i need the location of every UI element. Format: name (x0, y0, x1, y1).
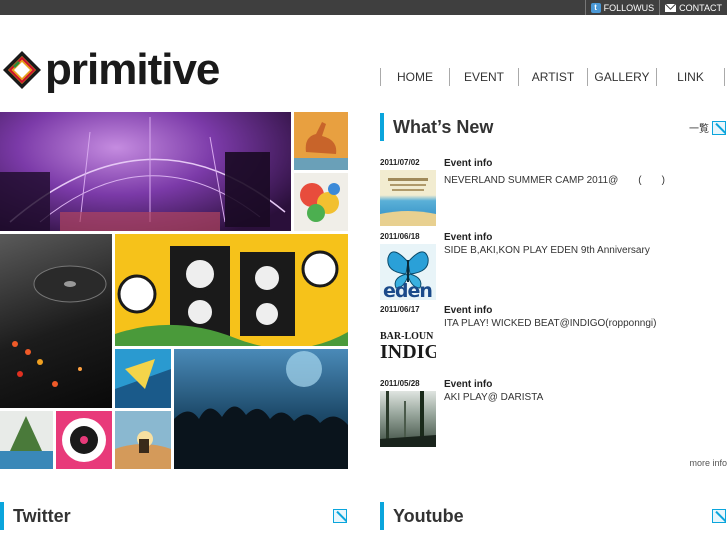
twitter-bird-icon: t (590, 2, 601, 13)
news-item[interactable]: 2011/07/02 Event info NEVERLAND SUMMER C… (380, 158, 727, 230)
youtube-more-link[interactable] (712, 509, 726, 523)
twitter-title: Twitter (13, 505, 71, 526)
news-category: Event info (444, 158, 493, 169)
youtube-header: Youtube (380, 502, 464, 530)
top-links: t FOLLOWUS CONTACT (584, 0, 727, 15)
nav-gallery[interactable]: GALLERY (587, 68, 656, 86)
news-title[interactable]: ITA PLAY! WICKED BEAT@INDIGO(ropponngi) (444, 318, 656, 329)
news-thumb-darista (380, 391, 436, 447)
news-date: 2011/06/17 (380, 305, 420, 314)
list-label: 一覧 (689, 124, 709, 135)
nav-link[interactable]: LINK (656, 68, 725, 86)
news-item[interactable]: 2011/05/28 Event info AKI PLAY@ DARISTA (380, 379, 727, 451)
whats-new-header: What’s New (380, 113, 493, 141)
news-date: 2011/07/02 (380, 158, 420, 167)
more-info-link[interactable]: more info (689, 458, 727, 468)
collage-bird-art (294, 112, 348, 170)
collage-crowd-photo (174, 349, 348, 469)
envelope-icon (665, 3, 677, 12)
youtube-title: Youtube (393, 505, 464, 526)
whats-new-title: What’s New (393, 116, 494, 137)
news-title[interactable]: NEVERLAND SUMMER CAMP 2011@ ( ) (444, 171, 665, 186)
news-item[interactable]: 2011/06/18 eden Event info SIDE B,AKI,KO… (380, 232, 727, 304)
collage-desert-art (115, 411, 171, 469)
section-accent-bar (380, 113, 384, 141)
collage-record-art (56, 411, 112, 469)
news-title[interactable]: SIDE B,AKI,KON PLAY EDEN 9th Anniversary (444, 245, 650, 256)
news-item[interactable]: 2011/06/17 BAR-LOUN INDIG Event info ITA… (380, 305, 727, 377)
follow-us-link[interactable]: t FOLLOWUS (584, 0, 660, 15)
news-date: 2011/05/28 (380, 379, 420, 388)
news-thumb-indigo: BAR-LOUN INDIG (380, 317, 436, 373)
indigo-logo-text: INDIG (380, 341, 436, 363)
collage-speakers-art (115, 234, 348, 346)
nav-event[interactable]: EVENT (449, 68, 518, 86)
twitter-header: Twitter (0, 502, 71, 530)
site-logo[interactable]: primitive (1, 45, 220, 94)
twitter-more-link[interactable] (333, 509, 347, 523)
collage-dome-photo (0, 112, 291, 231)
section-accent-bar (0, 502, 4, 530)
news-category: Event info (444, 232, 493, 243)
follow-us-label: FOLLOWUS (603, 2, 655, 13)
news-thumb-eden: eden (380, 244, 436, 300)
collage-map-art (294, 173, 348, 231)
collage-turntable-photo (0, 234, 112, 408)
news-date: 2011/06/18 (380, 232, 420, 241)
collage-tree-art (0, 411, 53, 469)
nav-home[interactable]: HOME (380, 68, 449, 86)
news-title[interactable]: AKI PLAY@ DARISTA (444, 392, 543, 403)
collage-boat-art (115, 349, 171, 408)
news-category: Event info (444, 305, 493, 316)
arrow-link-icon (333, 509, 347, 523)
photo-collage (0, 112, 348, 469)
main-nav: HOME EVENT ARTIST GALLERY LINK (380, 68, 725, 86)
logo-text: primitive (45, 45, 220, 94)
news-thumb-neverland (380, 170, 436, 226)
contact-link[interactable]: CONTACT (659, 0, 727, 15)
nav-artist[interactable]: ARTIST (518, 68, 587, 86)
section-accent-bar (380, 502, 384, 530)
arrow-link-icon (712, 509, 726, 523)
eden-logo-text: eden (383, 280, 433, 300)
top-bar: t FOLLOWUS CONTACT (0, 0, 727, 15)
whats-new-list-link[interactable]: 一覧 (689, 120, 726, 135)
contact-label: CONTACT (679, 2, 722, 13)
news-category: Event info (444, 379, 493, 390)
logo-diamond-icon (3, 51, 41, 89)
arrow-link-icon (712, 120, 726, 135)
